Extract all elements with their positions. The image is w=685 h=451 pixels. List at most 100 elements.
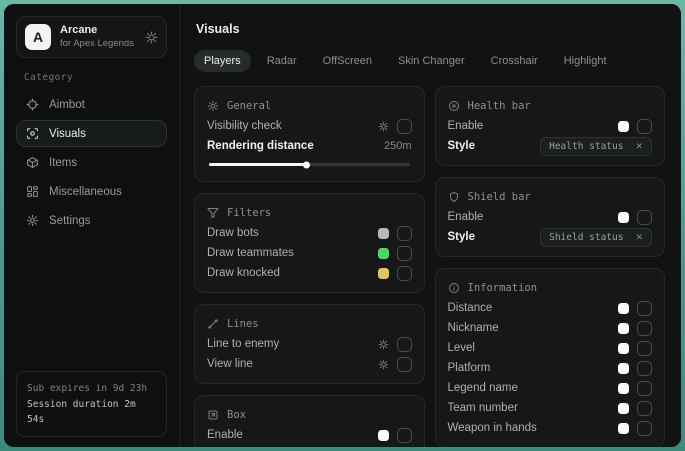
sidebar-item-visuals[interactable]: Visuals bbox=[16, 120, 167, 147]
brand-text: Arcane for Apex Legends bbox=[60, 24, 136, 50]
card-title: Information bbox=[468, 282, 538, 294]
weapon-in-hands-checkbox[interactable] bbox=[637, 421, 652, 436]
setting-row-weapon-in-hands: Weapon in hands bbox=[448, 418, 653, 438]
sidebar-item-items[interactable]: Items bbox=[16, 149, 167, 176]
setting-label: Style bbox=[448, 140, 476, 152]
card-box: Box Enable Enable background bbox=[194, 395, 425, 447]
card-title: General bbox=[227, 100, 271, 112]
visibility-check-checkbox[interactable] bbox=[397, 119, 412, 134]
setting-label: Platform bbox=[448, 362, 491, 374]
color-swatch[interactable] bbox=[378, 248, 389, 259]
nickname-checkbox[interactable] bbox=[637, 321, 652, 336]
setting-row-view-line: View line bbox=[207, 354, 412, 374]
setting-label: Visibility check bbox=[207, 120, 282, 132]
slider-thumb[interactable] bbox=[303, 161, 310, 168]
distance-checkbox[interactable] bbox=[637, 301, 652, 316]
team-number-checkbox[interactable] bbox=[637, 401, 652, 416]
shield-enable-checkbox[interactable] bbox=[637, 210, 652, 225]
color-swatch[interactable] bbox=[618, 343, 629, 354]
card-shield-bar: Shield bar Enable Style Shield status bbox=[435, 177, 666, 257]
tab-offscreen[interactable]: OffScreen bbox=[313, 50, 382, 72]
settings-columns: General Visibility check Rendering dista… bbox=[194, 86, 665, 447]
sidebar-item-aimbot[interactable]: Aimbot bbox=[16, 91, 167, 118]
color-swatch[interactable] bbox=[618, 212, 629, 223]
sub-expiry-text: Sub expires in 9d 23h bbox=[27, 381, 156, 396]
gear-icon bbox=[26, 214, 39, 227]
tab-radar[interactable]: Radar bbox=[257, 50, 307, 72]
tab-players[interactable]: Players bbox=[194, 50, 251, 72]
setting-label: Nickname bbox=[448, 322, 499, 334]
tab-crosshair[interactable]: Crosshair bbox=[481, 50, 548, 72]
sidebar-item-label: Aimbot bbox=[49, 99, 85, 111]
color-swatch[interactable] bbox=[378, 228, 389, 239]
brand-card: A Arcane for Apex Legends bbox=[16, 16, 167, 58]
row-settings-icon[interactable] bbox=[378, 339, 389, 350]
box-enable-checkbox[interactable] bbox=[397, 428, 412, 443]
setting-label: Team number bbox=[448, 402, 518, 414]
app-logo: A bbox=[25, 24, 51, 50]
tab-highlight[interactable]: Highlight bbox=[554, 50, 617, 72]
color-swatch[interactable] bbox=[618, 403, 629, 414]
setting-label: Enable bbox=[448, 211, 484, 223]
color-swatch[interactable] bbox=[618, 363, 629, 374]
draw-teammates-checkbox[interactable] bbox=[397, 246, 412, 261]
card-filters: Filters Draw bots Draw teammates bbox=[194, 193, 425, 293]
legend-name-checkbox[interactable] bbox=[637, 381, 652, 396]
subscription-status-card: Sub expires in 9d 23h Session duration 2… bbox=[16, 371, 167, 437]
setting-row-visibility-check: Visibility check bbox=[207, 116, 412, 136]
color-swatch[interactable] bbox=[618, 383, 629, 394]
funnel-icon bbox=[207, 207, 219, 219]
color-swatch[interactable] bbox=[378, 268, 389, 279]
sidebar-item-miscellaneous[interactable]: Miscellaneous bbox=[16, 178, 167, 205]
draw-bots-checkbox[interactable] bbox=[397, 226, 412, 241]
setting-label: Rendering distance bbox=[207, 140, 314, 152]
brand-settings-icon[interactable] bbox=[145, 31, 158, 44]
selected-style-value: Shield status bbox=[549, 232, 623, 243]
level-checkbox[interactable] bbox=[637, 341, 652, 356]
close-icon[interactable]: ✕ bbox=[635, 232, 643, 243]
draw-knocked-checkbox[interactable] bbox=[397, 266, 412, 281]
setting-row-line-to-enemy: Line to enemy bbox=[207, 334, 412, 354]
health-style-select[interactable]: Health status ✕ bbox=[540, 137, 652, 156]
crosshair-icon bbox=[26, 98, 39, 111]
card-title: Health bar bbox=[468, 100, 531, 112]
close-icon[interactable]: ✕ bbox=[635, 141, 643, 152]
sidebar-item-settings[interactable]: Settings bbox=[16, 207, 167, 234]
rendering-distance-value: 250m bbox=[384, 140, 412, 152]
setting-row-health-style: Style Health status ✕ bbox=[448, 136, 653, 156]
tab-skin-changer[interactable]: Skin Changer bbox=[388, 50, 475, 72]
health-enable-checkbox[interactable] bbox=[637, 119, 652, 134]
platform-checkbox[interactable] bbox=[637, 361, 652, 376]
color-swatch[interactable] bbox=[378, 430, 389, 441]
setting-row-draw-knocked: Draw knocked bbox=[207, 263, 412, 283]
cube-icon bbox=[26, 156, 39, 169]
info-icon bbox=[448, 282, 460, 294]
sidebar-item-label: Miscellaneous bbox=[49, 186, 122, 198]
sidebar: A Arcane for Apex Legends Category Aimbo… bbox=[4, 4, 180, 447]
card-lines: Lines Line to enemy View line bbox=[194, 304, 425, 384]
color-swatch[interactable] bbox=[618, 303, 629, 314]
setting-row-draw-teammates: Draw teammates bbox=[207, 243, 412, 263]
color-swatch[interactable] bbox=[618, 423, 629, 434]
setting-row-team-number: Team number bbox=[448, 398, 653, 418]
app-subtitle: for Apex Legends bbox=[60, 38, 136, 50]
sidebar-item-label: Visuals bbox=[49, 128, 86, 140]
rendering-distance-slider[interactable] bbox=[209, 163, 410, 166]
line-to-enemy-checkbox[interactable] bbox=[397, 337, 412, 352]
view-line-checkbox[interactable] bbox=[397, 357, 412, 372]
right-column: Health bar Enable Style Health status bbox=[435, 86, 666, 447]
shield-style-select[interactable]: Shield status ✕ bbox=[540, 228, 652, 247]
setting-label: Enable bbox=[448, 120, 484, 132]
sidebar-item-label: Settings bbox=[49, 215, 91, 227]
health-plus-icon bbox=[448, 100, 460, 112]
setting-label: Legend name bbox=[448, 382, 518, 394]
row-settings-icon[interactable] bbox=[378, 359, 389, 370]
row-settings-icon[interactable] bbox=[378, 121, 389, 132]
left-column: General Visibility check Rendering dista… bbox=[194, 86, 425, 447]
setting-row-health-enable: Enable bbox=[448, 116, 653, 136]
setting-row-shield-enable: Enable bbox=[448, 207, 653, 227]
color-swatch[interactable] bbox=[618, 323, 629, 334]
setting-label: Weapon in hands bbox=[448, 422, 537, 434]
color-swatch[interactable] bbox=[618, 121, 629, 132]
setting-label: Draw knocked bbox=[207, 267, 280, 279]
